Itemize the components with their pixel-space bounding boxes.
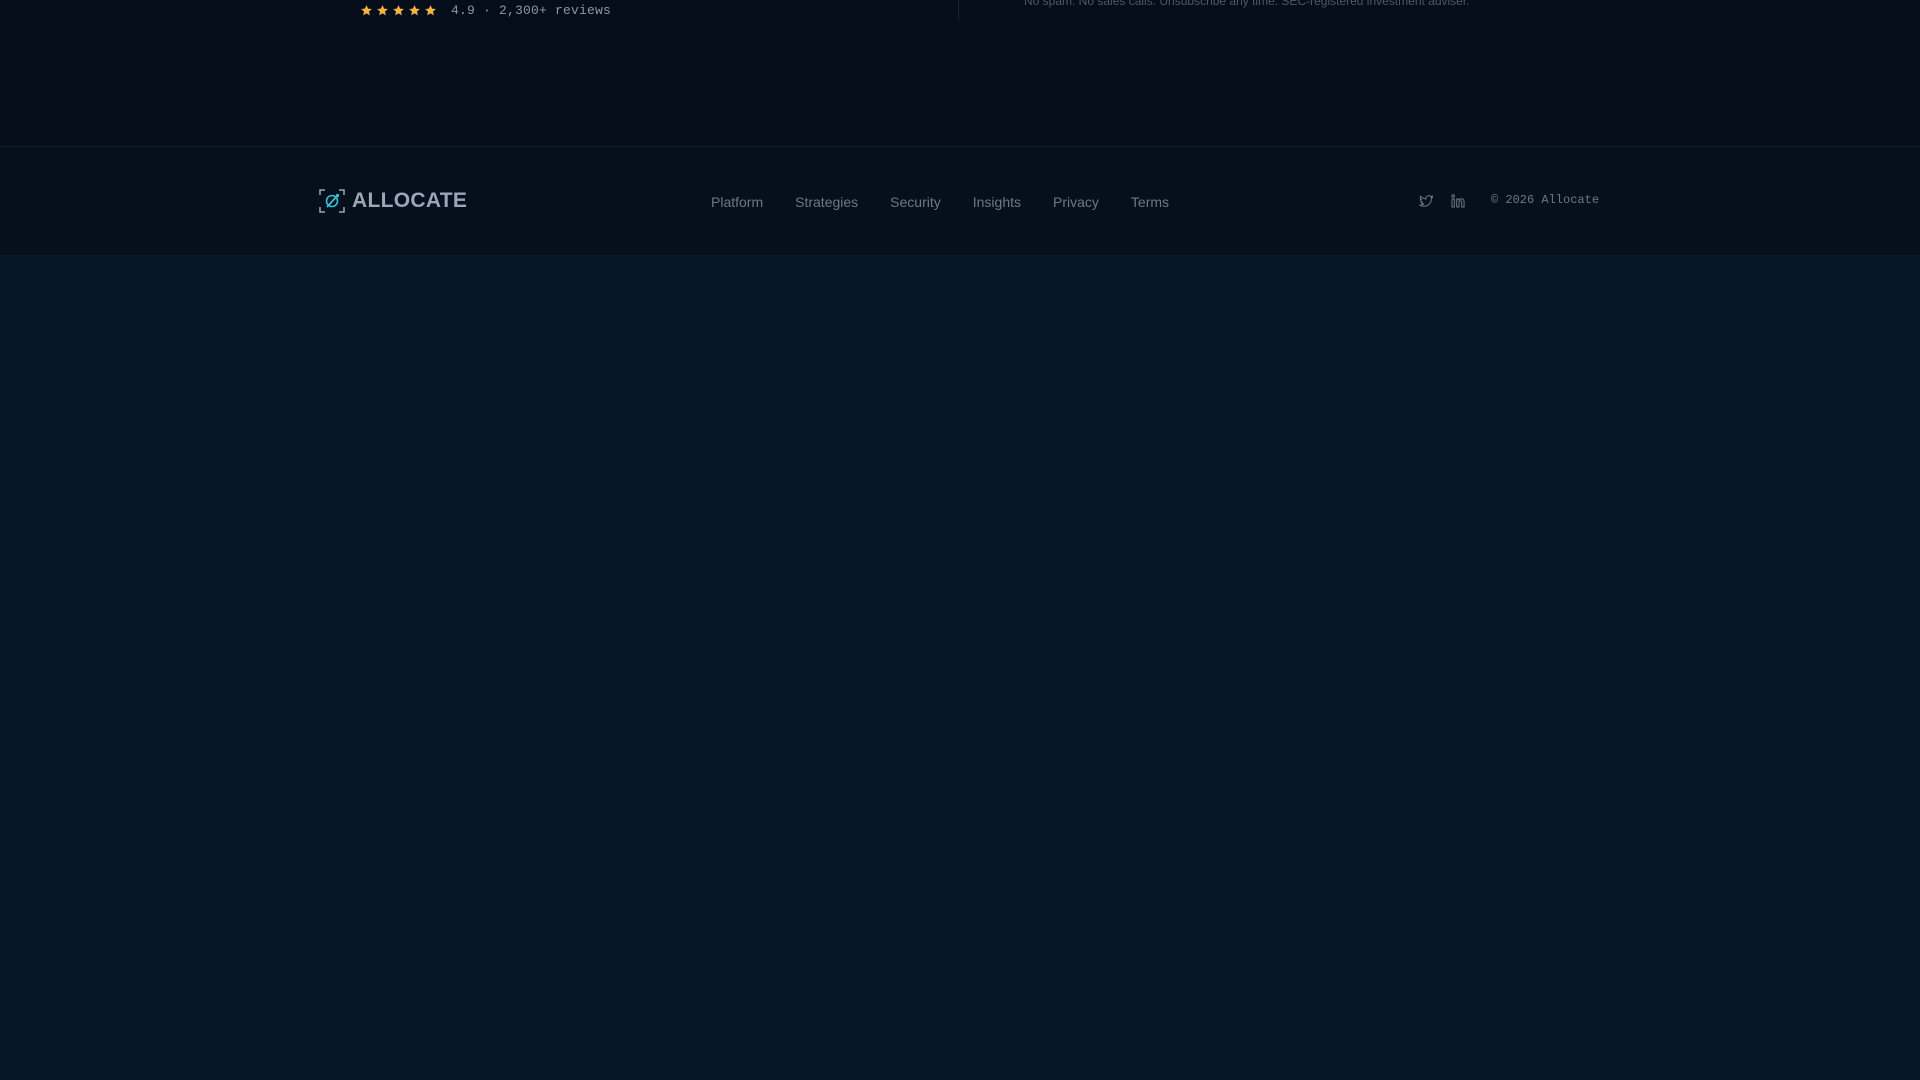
column-divider	[958, 0, 959, 20]
twitter-icon[interactable]	[1418, 193, 1434, 209]
footer-link-strategies[interactable]: Strategies	[795, 194, 858, 214]
social-links	[1418, 193, 1466, 209]
footer-nav: Platform Strategies Security Insights Pr…	[711, 194, 1169, 214]
footer-link-insights[interactable]: Insights	[973, 194, 1021, 214]
copyright-text: © 2026 Allocate	[1491, 193, 1600, 207]
footer-link-platform[interactable]: Platform	[711, 194, 763, 214]
compass-logo-icon	[319, 189, 345, 213]
footer-link-privacy[interactable]: Privacy	[1053, 194, 1099, 214]
star-icon	[425, 4, 436, 15]
footer-link-security[interactable]: Security	[890, 194, 941, 214]
linkedin-icon[interactable]	[1450, 193, 1466, 209]
cta-section-bottom: 4.9 · 2,300+ reviews No spam. No sales c…	[0, 0, 1920, 146]
star-icon	[409, 4, 420, 15]
star-icon	[361, 4, 372, 15]
star-icon	[393, 4, 404, 15]
brand-name: ALLOCATE	[352, 189, 468, 212]
rating-text: 4.9 · 2,300+ reviews	[451, 2, 612, 18]
site-footer: ALLOCATE Platform Strategies Security In…	[0, 146, 1920, 255]
rating-row: 4.9 · 2,300+ reviews	[360, 0, 611, 20]
signup-disclaimer: No spam. No sales calls. Unsubscribe any…	[1024, 0, 1470, 8]
footer-link-terms[interactable]: Terms	[1131, 194, 1169, 214]
star-icon	[377, 4, 388, 15]
footer-logo[interactable]: ALLOCATE	[319, 189, 467, 213]
star-rating	[360, 4, 437, 17]
